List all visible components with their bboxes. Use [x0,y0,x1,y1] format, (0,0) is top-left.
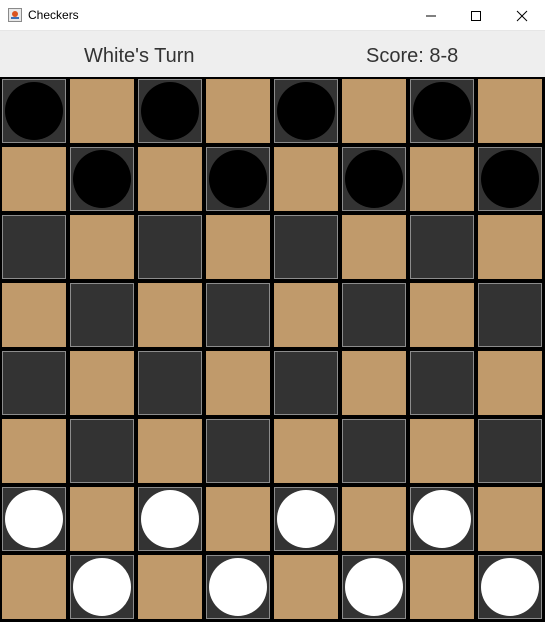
window-title: Checkers [28,8,79,22]
board-square[interactable] [70,147,134,211]
black-checker-piece[interactable] [73,150,131,208]
minimize-icon [426,15,436,16]
status-bar: White's Turn Score: 8-8 [0,31,545,77]
turn-label: White's Turn [84,45,195,67]
board-square[interactable] [2,555,66,619]
board-square[interactable] [206,555,270,619]
java-cup-icon [8,8,22,22]
black-checker-piece[interactable] [277,82,335,140]
white-checker-piece[interactable] [141,490,199,548]
board-square[interactable] [138,283,202,347]
board-square[interactable] [274,215,338,279]
maximize-button[interactable] [453,0,499,31]
close-icon [516,10,528,21]
board-square[interactable] [274,283,338,347]
white-checker-piece[interactable] [345,558,403,616]
white-checker-piece[interactable] [481,558,539,616]
board-square[interactable] [410,215,474,279]
board-square[interactable] [206,79,270,143]
board-square[interactable] [2,215,66,279]
board-square[interactable] [138,555,202,619]
board-square[interactable] [478,487,542,551]
white-checker-piece[interactable] [277,490,335,548]
black-checker-piece[interactable] [345,150,403,208]
white-checker-piece[interactable] [413,490,471,548]
board-square[interactable] [342,147,406,211]
minimize-button[interactable] [408,0,454,31]
board-square[interactable] [70,419,134,483]
board-square[interactable] [2,79,66,143]
board-square[interactable] [206,283,270,347]
board-square[interactable] [342,283,406,347]
board-square[interactable] [342,555,406,619]
board-square[interactable] [70,351,134,415]
board-square[interactable] [342,79,406,143]
board-square[interactable] [274,419,338,483]
black-checker-piece[interactable] [5,82,63,140]
board-square[interactable] [2,419,66,483]
board-square[interactable] [342,419,406,483]
board-square[interactable] [478,147,542,211]
white-checker-piece[interactable] [209,558,267,616]
board-square[interactable] [478,419,542,483]
white-checker-piece[interactable] [73,558,131,616]
board-square[interactable] [478,79,542,143]
black-checker-piece[interactable] [209,150,267,208]
board-square[interactable] [2,487,66,551]
board-square[interactable] [138,487,202,551]
board-square[interactable] [478,351,542,415]
board-square[interactable] [410,555,474,619]
board-square[interactable] [206,215,270,279]
board-square[interactable] [478,215,542,279]
white-checker-piece[interactable] [5,490,63,548]
board-square[interactable] [342,215,406,279]
score-label: Score: 8-8 [366,45,459,67]
board-square[interactable] [342,351,406,415]
board-square[interactable] [70,215,134,279]
maximize-icon [471,10,481,21]
board-square[interactable] [410,79,474,143]
board-square[interactable] [70,79,134,143]
black-checker-piece[interactable] [413,82,471,140]
board-square[interactable] [206,419,270,483]
board-square[interactable] [2,147,66,211]
board-square[interactable] [274,351,338,415]
board-square[interactable] [410,351,474,415]
title-bar: Checkers [0,0,545,31]
board-square[interactable] [138,215,202,279]
board-square[interactable] [410,487,474,551]
board-square[interactable] [274,555,338,619]
close-button[interactable] [499,0,545,31]
board-square[interactable] [478,555,542,619]
board-square[interactable] [138,351,202,415]
board-square[interactable] [2,283,66,347]
board-square[interactable] [138,419,202,483]
board-square[interactable] [70,487,134,551]
board-square[interactable] [138,147,202,211]
board-square[interactable] [70,283,134,347]
board-square[interactable] [342,487,406,551]
board-square[interactable] [206,147,270,211]
board-square[interactable] [274,79,338,143]
board-square[interactable] [478,283,542,347]
checkers-board [0,77,545,622]
board-square[interactable] [206,487,270,551]
board-square[interactable] [410,419,474,483]
board-square[interactable] [410,147,474,211]
board-square[interactable] [70,555,134,619]
board-square[interactable] [138,79,202,143]
board-square[interactable] [206,351,270,415]
board-square[interactable] [274,487,338,551]
black-checker-piece[interactable] [141,82,199,140]
board-square[interactable] [410,283,474,347]
board-square[interactable] [274,147,338,211]
black-checker-piece[interactable] [481,150,539,208]
board-square[interactable] [2,351,66,415]
